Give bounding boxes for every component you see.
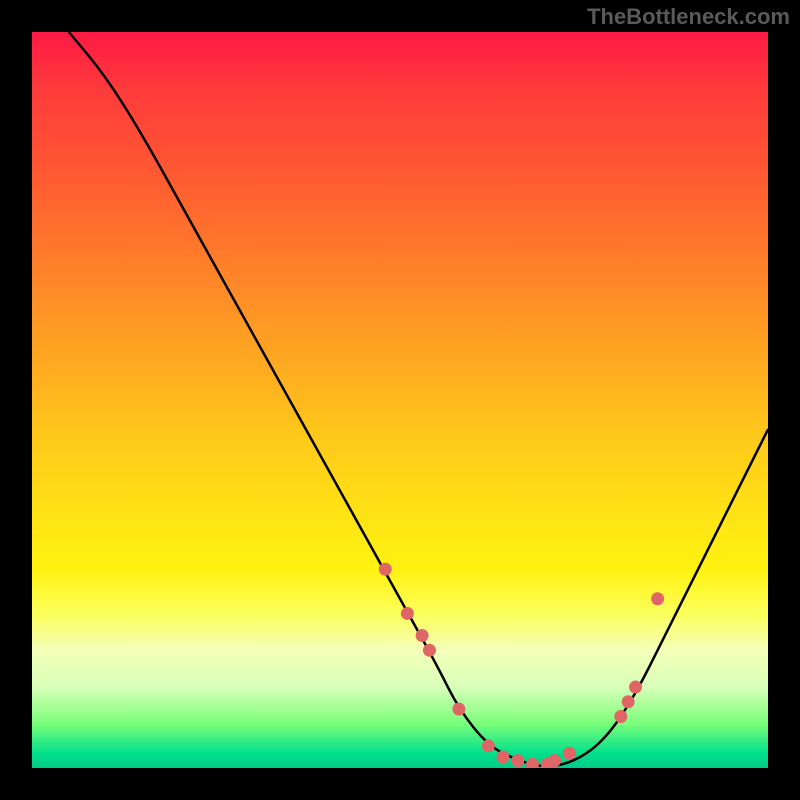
scatter-point: [548, 754, 561, 767]
chart-container: [32, 32, 768, 768]
scatter-point: [497, 750, 510, 763]
scatter-point: [416, 629, 429, 642]
scatter-point: [651, 592, 664, 605]
scatter-point: [622, 695, 635, 708]
bottleneck-curve-path: [69, 32, 768, 766]
scatter-point: [401, 607, 414, 620]
scatter-point: [563, 747, 576, 760]
scatter-point: [423, 644, 436, 657]
scatter-point: [452, 703, 465, 716]
attribution-text: TheBottleneck.com: [587, 4, 790, 30]
chart-svg: [32, 32, 768, 768]
scatter-point: [629, 681, 642, 694]
scatter-point: [482, 739, 495, 752]
scatter-point: [614, 710, 627, 723]
scatter-points-group: [379, 563, 664, 768]
scatter-point: [379, 563, 392, 576]
scatter-point: [526, 758, 539, 768]
scatter-point: [511, 754, 524, 767]
